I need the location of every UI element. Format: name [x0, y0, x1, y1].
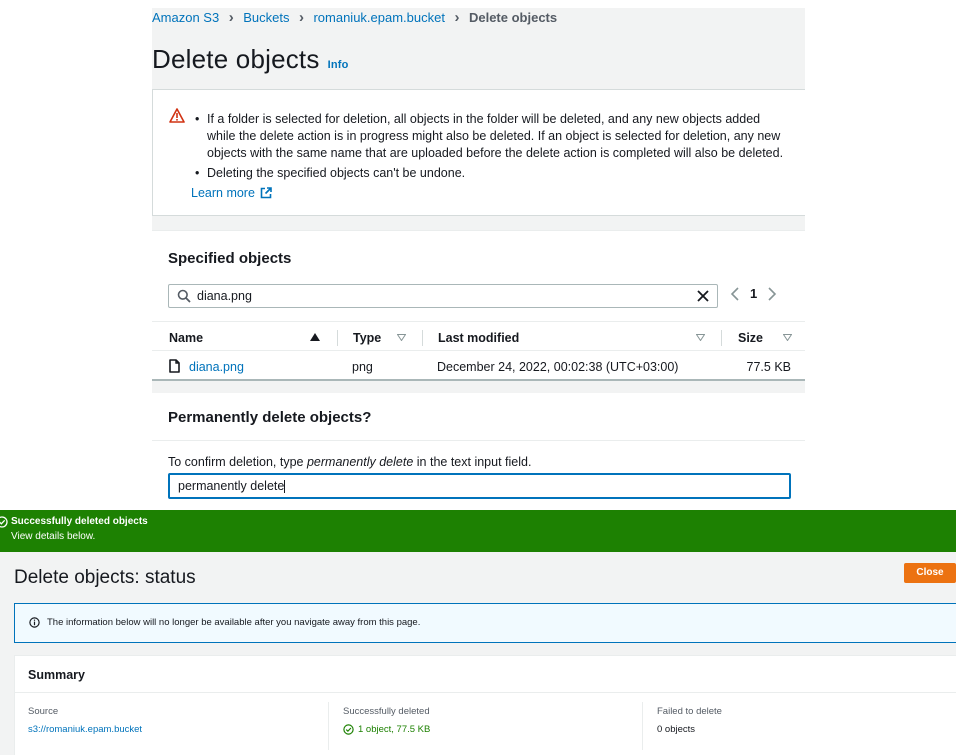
confirm-delete-input[interactable]: permanently delete — [168, 473, 791, 499]
warning-list: If a folder is selected for deletion, al… — [191, 111, 791, 185]
confirm-text-phrase: permanently delete — [306, 455, 414, 469]
sort-ascending-icon[interactable] — [310, 333, 320, 341]
column-divider — [328, 702, 329, 750]
search-icon — [177, 289, 191, 303]
success-label: Successfully deleted — [343, 706, 430, 717]
status-page-title: Delete objects: status — [14, 567, 196, 588]
source-link[interactable]: s3://romaniuk.epam.bucket — [28, 724, 142, 735]
permanently-delete-title: Permanently delete objects? — [168, 409, 372, 426]
divider — [152, 440, 805, 441]
flash-title: Successfully deleted objects — [11, 516, 148, 527]
info-alert: The information below will no longer be … — [14, 603, 956, 643]
confirm-text-before: To confirm deletion, type — [168, 455, 307, 469]
chevron-right-icon: › — [454, 9, 460, 26]
specified-objects-title: Specified objects — [168, 250, 292, 267]
learn-more-link[interactable]: Learn more — [191, 186, 272, 200]
warning-icon — [169, 108, 185, 123]
success-value: 1 object, 77.5 KB — [343, 724, 430, 735]
breadcrumb: Amazon S3 › Buckets › romaniuk.epam.buck… — [152, 9, 557, 26]
confirm-instructions: To confirm deletion, type permanently de… — [168, 455, 531, 469]
chevron-right-icon: › — [228, 9, 234, 26]
close-button[interactable]: Close — [904, 563, 956, 583]
search-input[interactable]: diana.png — [168, 284, 718, 308]
info-alert-text: The information below will no longer be … — [47, 617, 421, 628]
column-name-label: Name — [169, 331, 204, 345]
success-check-icon — [343, 724, 354, 735]
table-row: diana.png png December 24, 2022, 00:02:3… — [152, 352, 805, 381]
summary-title: Summary — [28, 668, 85, 682]
summary-success: Successfully deleted 1 object, 77.5 KB — [343, 706, 430, 735]
learn-more-label: Learn more — [191, 186, 255, 200]
object-name-link[interactable]: diana.png — [189, 360, 244, 374]
warning-alert: If a folder is selected for deletion, al… — [152, 89, 805, 216]
chevron-right-icon: › — [298, 9, 304, 26]
page-title-text: Delete objects — [152, 44, 320, 74]
info-icon — [29, 617, 40, 628]
pagination: 1 — [730, 286, 777, 301]
info-link[interactable]: Info — [328, 59, 349, 71]
breadcrumb-bucket[interactable]: romaniuk.epam.bucket — [313, 10, 445, 25]
confirm-input-value: permanently delete — [178, 479, 285, 493]
column-name[interactable]: Name — [169, 331, 203, 345]
column-divider — [337, 330, 338, 346]
failed-label: Failed to delete — [657, 706, 722, 717]
column-divider — [721, 330, 722, 346]
close-icon[interactable] — [695, 288, 711, 304]
breadcrumb-current: Delete objects — [468, 10, 558, 25]
column-last-modified-label: Last modified — [438, 331, 520, 345]
delete-objects-page: Amazon S3 › Buckets › romaniuk.epam.buck… — [0, 0, 956, 510]
column-type[interactable]: Type — [353, 331, 381, 345]
external-link-icon — [260, 187, 272, 199]
column-size[interactable]: Size — [738, 331, 763, 345]
summary-source: Source s3://romaniuk.epam.bucket — [28, 706, 142, 735]
flash-subtitle: View details below. — [11, 531, 96, 542]
column-last-modified[interactable]: Last modified — [438, 331, 519, 345]
summary-failed: Failed to delete 0 objects — [657, 706, 722, 735]
file-icon — [169, 359, 180, 373]
column-divider — [422, 330, 423, 346]
text-cursor — [284, 480, 286, 494]
specified-objects-panel: Specified objects diana.png 1 Name Type … — [152, 230, 805, 381]
page-title: Delete objects Info — [152, 44, 349, 75]
warning-item: Deleting the specified objects can't be … — [191, 165, 791, 182]
permanently-delete-panel: Permanently delete objects? To confirm d… — [152, 393, 805, 510]
confirm-text-after: in the text input field. — [413, 455, 532, 469]
divider — [15, 692, 956, 693]
object-type: png — [352, 360, 373, 374]
chevron-right-icon[interactable] — [767, 286, 777, 301]
failed-value: 0 objects — [657, 724, 696, 735]
chevron-left-icon[interactable] — [730, 286, 740, 301]
breadcrumb-amazon-s3[interactable]: Amazon S3 — [152, 10, 219, 25]
search-value: diana.png — [197, 289, 252, 303]
object-last-modified: December 24, 2022, 00:02:38 (UTC+03:00) — [437, 360, 679, 374]
column-type-label: Type — [353, 331, 382, 345]
source-label: Source — [28, 706, 59, 717]
sort-icon[interactable] — [783, 334, 792, 341]
success-flashbar: Successfully deleted objects View detail… — [0, 510, 956, 552]
table-header: Name Type Last modified Size — [152, 321, 805, 351]
column-size-label: Size — [738, 331, 764, 345]
object-size: 77.5 KB — [746, 360, 791, 374]
page-number[interactable]: 1 — [750, 286, 757, 301]
warning-item: If a folder is selected for deletion, al… — [191, 111, 791, 162]
summary-panel: Summary Source s3://romaniuk.epam.bucket… — [14, 655, 956, 755]
breadcrumb-buckets[interactable]: Buckets — [243, 10, 289, 25]
success-value-text: 1 object, 77.5 KB — [358, 724, 431, 735]
success-check-icon — [0, 516, 8, 528]
sort-icon[interactable] — [397, 334, 406, 341]
sort-icon[interactable] — [696, 334, 705, 341]
column-divider — [642, 702, 643, 750]
